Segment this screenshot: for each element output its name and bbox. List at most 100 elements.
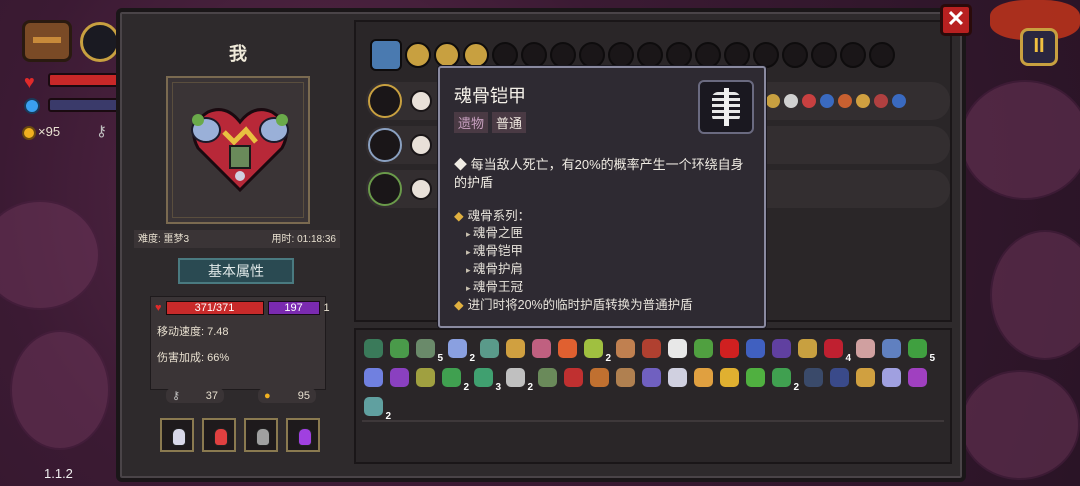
relic-item[interactable]: [770, 336, 793, 362]
item-slot[interactable]: [753, 42, 779, 68]
vine-wand-icon[interactable]: [368, 172, 402, 206]
spell-mini-icon[interactable]: [820, 94, 834, 108]
chest-slot[interactable]: [370, 39, 402, 71]
hp-bar: 371/371: [165, 301, 264, 315]
relic-item[interactable]: [562, 365, 585, 391]
spell-mini-icon[interactable]: [838, 94, 852, 108]
coin-icon: ●: [264, 389, 271, 402]
potion-slot[interactable]: [160, 418, 194, 452]
relic-icon: [746, 368, 765, 387]
potion-slot[interactable]: [286, 418, 320, 452]
resource-row: ⚷ 37 ● 95: [166, 388, 316, 403]
relic-item[interactable]: [362, 336, 385, 362]
wand-icon[interactable]: [368, 84, 402, 118]
relic-item[interactable]: [666, 336, 689, 362]
relic-item[interactable]: 2: [504, 365, 533, 393]
item-slot[interactable]: [840, 42, 866, 68]
relic-item[interactable]: [588, 365, 611, 391]
relic-icon: [474, 368, 493, 387]
relic-item[interactable]: [388, 336, 411, 362]
move-speed-stat: 移动速度: 7.48: [157, 326, 229, 338]
relic-item[interactable]: [536, 365, 559, 391]
item-slot[interactable]: [869, 42, 895, 68]
spell-mini-icon[interactable]: [856, 94, 870, 108]
relic-item[interactable]: [504, 336, 527, 362]
relic-item[interactable]: [718, 336, 741, 362]
relic-item[interactable]: [880, 365, 903, 391]
item-slot[interactable]: [579, 42, 605, 68]
relic-item[interactable]: [796, 336, 819, 362]
spell-mini-icon[interactable]: [892, 94, 906, 108]
sword-wand-icon[interactable]: [368, 128, 402, 162]
spell-slot[interactable]: [410, 178, 432, 200]
close-button[interactable]: ✕: [940, 4, 972, 36]
relic-item[interactable]: 2: [362, 394, 391, 422]
relic-item[interactable]: 2: [770, 365, 799, 393]
item-slot[interactable]: [782, 42, 808, 68]
item-slot[interactable]: [811, 42, 837, 68]
relic-item[interactable]: [744, 365, 767, 391]
item-slot[interactable]: [695, 42, 721, 68]
relic-item[interactable]: [854, 365, 877, 391]
item-slot[interactable]: [724, 42, 750, 68]
wand-icon[interactable]: [80, 22, 120, 62]
relic-item[interactable]: 5: [414, 336, 443, 364]
potion-slot[interactable]: [202, 418, 236, 452]
relic-tags: 遗物 普通: [454, 112, 527, 133]
item-slot[interactable]: [666, 42, 692, 68]
relic-set-info: ◆魂骨系列： 魂骨之匣 魂骨铠甲 魂骨护肩 魂骨王冠 ◆进门时将20%的临时护盾…: [454, 208, 754, 314]
item-slot[interactable]: [608, 42, 634, 68]
spell-mini-icon[interactable]: [802, 94, 816, 108]
chest-icon[interactable]: [22, 20, 72, 62]
relic-item[interactable]: 2: [440, 365, 469, 393]
item-slot[interactable]: [405, 42, 431, 68]
relic-item[interactable]: [414, 365, 437, 391]
relic-icon: [746, 339, 765, 358]
spell-mini-icon[interactable]: [766, 94, 780, 108]
item-slot[interactable]: [637, 42, 663, 68]
relic-item[interactable]: [692, 365, 715, 391]
relic-item[interactable]: [640, 365, 663, 391]
version-label: 1.1.2: [44, 466, 73, 481]
relic-item[interactable]: [718, 365, 741, 391]
item-slot[interactable]: [463, 42, 489, 68]
relic-item[interactable]: 3: [472, 365, 501, 393]
relic-description: ◆ 每当敌人死亡，有20%的概率产生一个环绕自身的护盾: [454, 157, 744, 190]
spell-mini-icon[interactable]: [874, 94, 888, 108]
relic-item[interactable]: 2: [446, 336, 475, 364]
relic-icon: [908, 368, 927, 387]
relic-item[interactable]: [640, 336, 663, 362]
spell-slot[interactable]: [410, 90, 432, 112]
relic-item[interactable]: [478, 336, 501, 362]
relic-icon: [804, 368, 823, 387]
spell-slot[interactable]: [410, 134, 432, 156]
relic-icon: [616, 368, 635, 387]
item-slot[interactable]: [434, 42, 460, 68]
relic-item[interactable]: [556, 336, 579, 362]
relic-item[interactable]: [802, 365, 825, 391]
set-item: 魂骨王冠: [454, 279, 754, 297]
relic-item[interactable]: 2: [582, 336, 611, 364]
relic-item[interactable]: [744, 336, 767, 362]
relic-item[interactable]: [828, 365, 851, 391]
relic-item[interactable]: [692, 336, 715, 362]
relic-item[interactable]: [388, 365, 411, 391]
potion-slot[interactable]: [244, 418, 278, 452]
spell-mini-icon[interactable]: [784, 94, 798, 108]
relic-item[interactable]: [614, 336, 637, 362]
item-slot[interactable]: [492, 42, 518, 68]
relic-item[interactable]: 5: [906, 336, 935, 364]
relic-item[interactable]: [614, 365, 637, 391]
key-icon: ⚷: [172, 390, 181, 402]
item-slot[interactable]: [550, 42, 576, 68]
relic-item[interactable]: [854, 336, 877, 362]
item-slot[interactable]: [521, 42, 547, 68]
relic-icon: [856, 339, 875, 358]
pause-button[interactable]: II: [1020, 28, 1058, 66]
relic-item[interactable]: [530, 336, 553, 362]
relic-item[interactable]: [362, 365, 385, 391]
relic-item[interactable]: [880, 336, 903, 362]
relic-item[interactable]: [906, 365, 929, 391]
relic-item[interactable]: [666, 365, 689, 391]
relic-item[interactable]: 4: [822, 336, 851, 364]
